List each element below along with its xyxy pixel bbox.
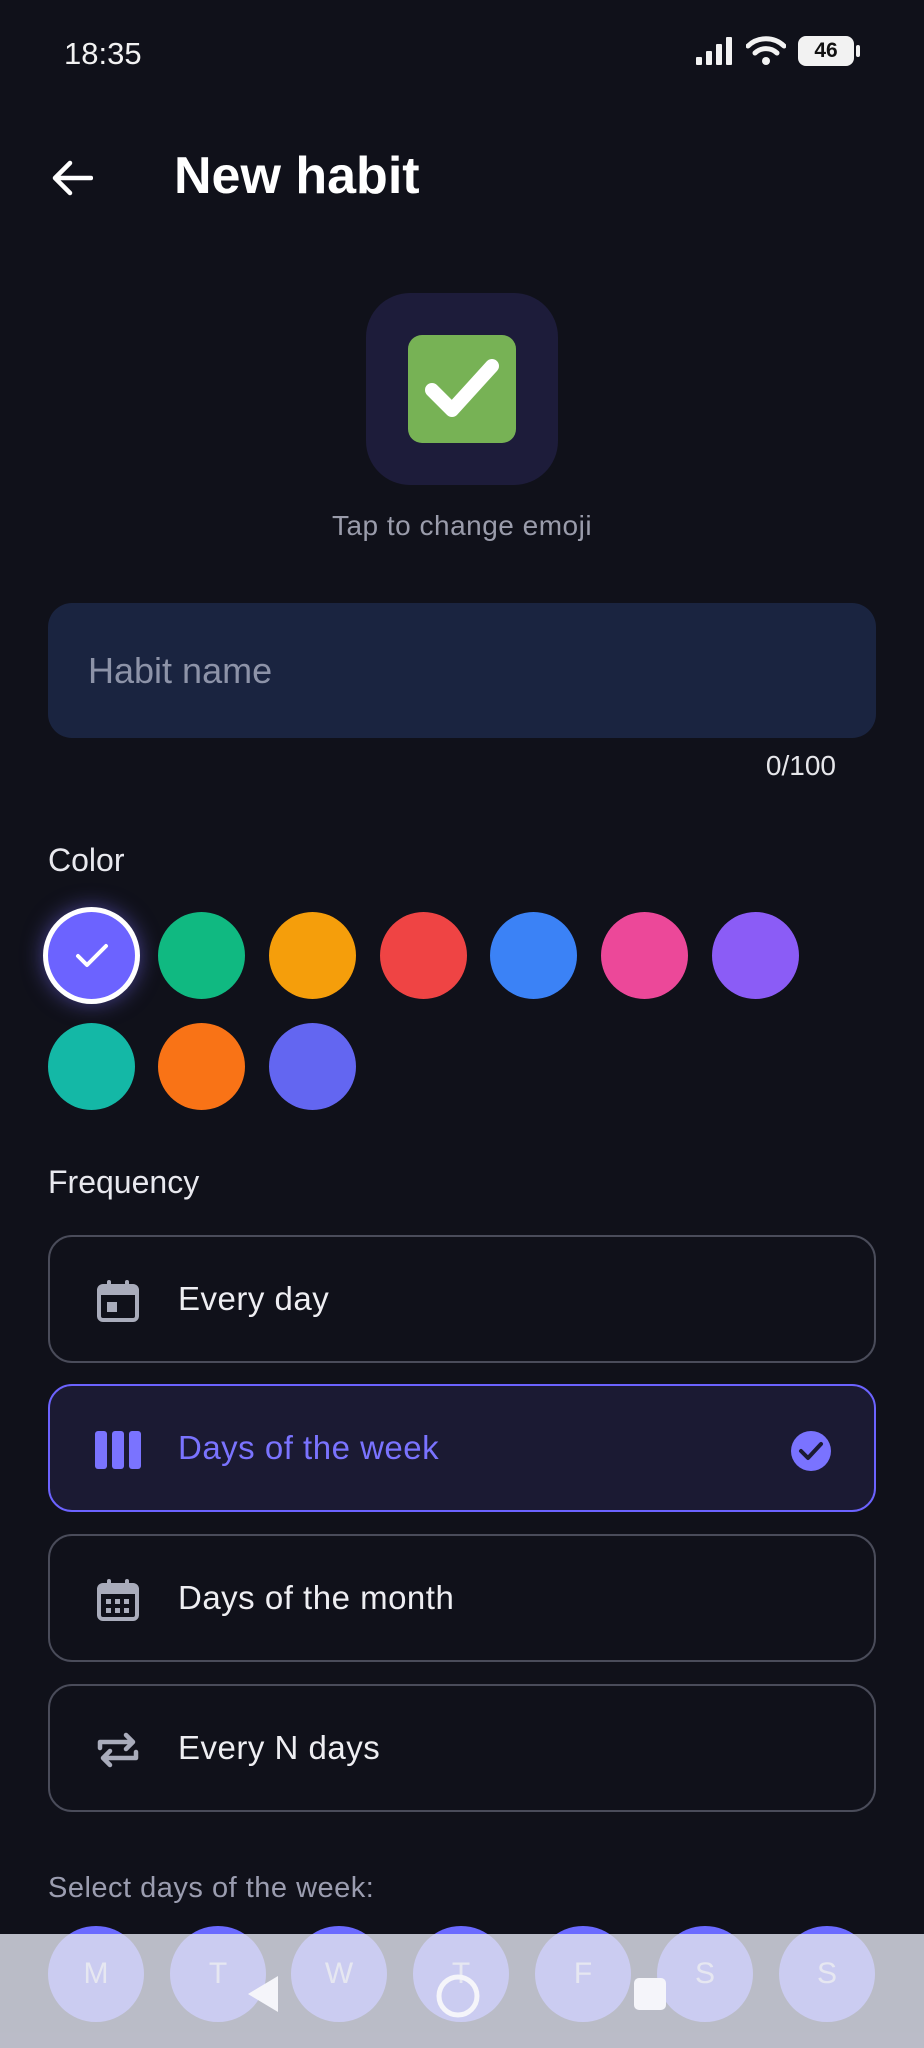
color-swatch[interactable] (48, 1023, 135, 1110)
frequency-option-days-of-week[interactable]: Days of the week (48, 1384, 876, 1512)
check-icon (75, 943, 108, 967)
color-swatch[interactable] (158, 912, 245, 999)
days-section-label: Select days of the week: (48, 1872, 375, 1904)
recents-square-icon[interactable] (632, 1976, 668, 2012)
habit-name-input[interactable] (48, 603, 876, 738)
signal-icon (696, 37, 732, 65)
emoji-picker-button[interactable] (366, 293, 558, 485)
emoji-hint: Tap to change emoji (331, 510, 593, 541)
frequency-option-label: Days of the month (178, 1579, 455, 1616)
home-circle-icon[interactable] (434, 1972, 482, 2020)
status-icons: 46 (696, 36, 860, 66)
wifi-icon (746, 36, 786, 65)
character-counter: 0/100 (765, 750, 836, 781)
frequency-option-label: Every day (178, 1280, 330, 1317)
arrow-left-icon (52, 160, 93, 196)
color-swatch[interactable] (269, 1023, 356, 1110)
back-triangle-icon[interactable] (242, 1972, 282, 2016)
color-swatch-selected[interactable] (48, 912, 135, 999)
color-swatch[interactable] (601, 912, 688, 999)
status-bar: 18:35 46 (0, 0, 924, 110)
week-columns-icon (95, 1431, 141, 1469)
color-swatch[interactable] (490, 912, 577, 999)
color-swatch[interactable] (380, 912, 467, 999)
frequency-section-label: Frequency (48, 1164, 200, 1200)
frequency-option-label: Days of the week (178, 1429, 440, 1466)
status-time: 18:35 (64, 36, 142, 71)
battery-icon: 46 (798, 36, 860, 66)
page-title: New habit (174, 147, 420, 205)
back-button[interactable] (44, 150, 100, 206)
repeat-icon (97, 1732, 139, 1768)
frequency-option-every-day[interactable]: Every day (48, 1235, 876, 1363)
calendar-day-icon (97, 1280, 139, 1322)
selected-check-icon (791, 1431, 831, 1471)
battery-level: 46 (814, 39, 838, 62)
color-swatch[interactable] (158, 1023, 245, 1110)
color-section-label: Color (48, 842, 125, 878)
frequency-option-days-of-month[interactable]: Days of the month (48, 1534, 876, 1662)
color-swatch[interactable] (712, 912, 799, 999)
color-swatch[interactable] (269, 912, 356, 999)
frequency-option-label: Every N days (178, 1729, 381, 1766)
check-mark-emoji-icon (408, 335, 516, 443)
frequency-option-every-n-days[interactable]: Every N days (48, 1684, 876, 1812)
calendar-month-icon (97, 1579, 139, 1621)
system-navigation-bar (0, 1934, 924, 2048)
